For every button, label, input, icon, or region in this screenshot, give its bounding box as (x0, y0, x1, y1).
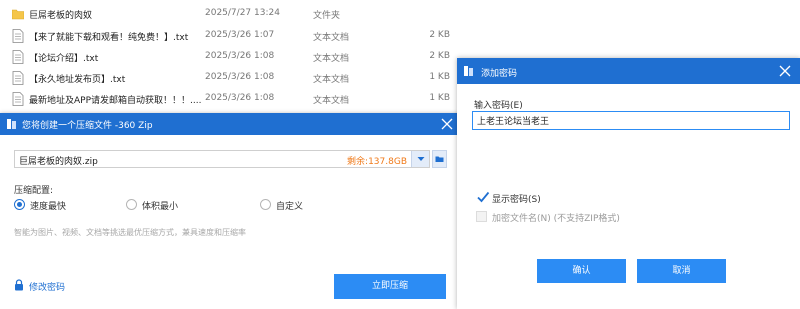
radio-button[interactable] (260, 199, 271, 210)
file-type: 文本文档 (313, 54, 350, 64)
text-file-icon (12, 29, 24, 43)
360-zip-logo-icon (7, 119, 16, 129)
file-size: 2 KB (429, 51, 450, 61)
close-icon[interactable] (440, 117, 454, 131)
zip-create-dialog: 您将创建一个压缩文件 -360 Zip 巨屌老板的肉奴.zip 剩余:137.8… (0, 113, 462, 309)
360-zip-logo-icon (464, 66, 473, 76)
file-type: 文本文档 (313, 75, 350, 85)
remaining-space: 剩余:137.8GB (347, 157, 407, 167)
show-password-checkbox[interactable] (476, 191, 490, 203)
radio-label: 体积最小 (142, 202, 179, 212)
file-row-folder[interactable]: 巨屌老板的肉奴 2025/7/27 13:24 文件夹 (0, 3, 470, 25)
compress-now-button[interactable]: 立即压缩 (334, 274, 446, 299)
close-icon[interactable] (778, 64, 792, 78)
file-name: 巨屌老板的肉奴 (29, 11, 93, 21)
text-file-icon (12, 50, 24, 64)
add-password-dialog: 添加密码 输入密码(E) 显示密码(S) 加密文件名(N) (不支持ZIP格式)… (457, 58, 800, 309)
file-type: 文件夹 (313, 11, 341, 21)
show-password-label: 显示密码(S) (492, 195, 541, 205)
cancel-button[interactable]: 取消 (637, 259, 726, 283)
zip-dialog-title: 您将创建一个压缩文件 -360 Zip (22, 121, 153, 131)
file-name: 【来了就能下载和观看！纯免费！】.txt (29, 33, 189, 43)
checkmark-icon (477, 191, 490, 203)
file-name: 最新地址及APP请发邮箱自动获取！！！.... (29, 96, 202, 106)
password-input[interactable] (472, 111, 790, 130)
archive-path-field[interactable]: 巨屌老板的肉奴.zip 剩余:137.8GB (14, 150, 430, 168)
file-type: 文本文档 (313, 96, 350, 106)
folder-open-icon (435, 156, 444, 162)
encrypt-filenames-label: 加密文件名(N) (不支持ZIP格式) (492, 214, 620, 224)
chevron-down-icon (417, 157, 425, 161)
file-size: 1 KB (429, 93, 450, 103)
file-date: 2025/3/26 1:07 (205, 30, 275, 40)
text-file-icon (12, 92, 24, 106)
file-date: 2025/3/26 1:08 (205, 72, 275, 82)
file-date: 2025/3/26 1:08 (205, 93, 275, 103)
password-input-label: 输入密码(E) (474, 101, 523, 111)
radio-label: 速度最快 (30, 202, 67, 212)
path-dropdown-button[interactable] (411, 151, 429, 167)
radio-button[interactable] (14, 199, 25, 210)
zip-dialog-titlebar[interactable]: 您将创建一个压缩文件 -360 Zip (0, 113, 462, 135)
file-type: 文本文档 (313, 33, 350, 43)
file-row[interactable]: 【论坛介绍】.txt 2025/3/26 1:08 文本文档 2 KB (0, 46, 470, 68)
password-dialog-title: 添加密码 (481, 69, 518, 79)
archive-path-text: 巨屌老板的肉奴.zip (19, 157, 98, 167)
modify-password-label: 修改密码 (29, 283, 66, 293)
folder-icon (12, 9, 24, 20)
compression-hint: 智能为图片、视频、文档等挑选最优压缩方式，兼具速度和压缩率 (14, 228, 246, 237)
file-list: 巨屌老板的肉奴 2025/7/27 13:24 文件夹 【来了就能下载和观看！纯… (0, 0, 470, 112)
confirm-button[interactable]: 确认 (537, 259, 626, 283)
file-name: 【论坛介绍】.txt (29, 54, 99, 64)
compression-config-label: 压缩配置: (14, 186, 54, 196)
file-row[interactable]: 【来了就能下载和观看！纯免费！】.txt 2025/3/26 1:07 文本文档… (0, 25, 470, 47)
lock-icon (15, 279, 23, 291)
file-date: 2025/7/27 13:24 (205, 8, 280, 18)
file-row[interactable]: 最新地址及APP请发邮箱自动获取！！！.... 2025/3/26 1:08 文… (0, 88, 470, 110)
radio-label: 自定义 (276, 202, 304, 212)
encrypt-filenames-checkbox (476, 211, 487, 222)
file-size: 2 KB (429, 30, 450, 40)
radio-button[interactable] (126, 199, 137, 210)
text-file-icon (12, 71, 24, 85)
file-size: 1 KB (429, 72, 450, 82)
password-dialog-titlebar[interactable]: 添加密码 (457, 58, 800, 84)
browse-folder-button[interactable] (432, 150, 447, 168)
file-row[interactable]: 【永久地址发布页】.txt 2025/3/26 1:08 文本文档 1 KB (0, 67, 470, 89)
file-date: 2025/3/26 1:08 (205, 51, 275, 61)
file-name: 【永久地址发布页】.txt (29, 75, 126, 85)
